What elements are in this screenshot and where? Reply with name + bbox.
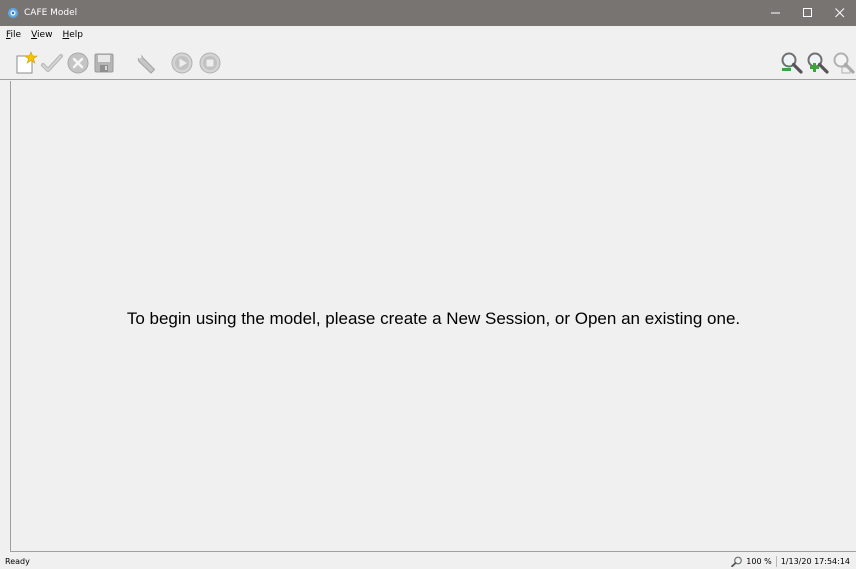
open-session-icon <box>41 54 63 72</box>
close-session-button[interactable] <box>66 51 90 75</box>
zoom-reset-button[interactable] <box>832 51 856 75</box>
menu-help[interactable]: Help <box>60 30 89 40</box>
minimize-icon <box>771 12 780 14</box>
minimize-button[interactable] <box>760 0 792 26</box>
window-controls <box>760 0 856 26</box>
settings-wrench-icon <box>137 54 156 74</box>
zoom-level-icon <box>731 556 743 567</box>
menu-help-label: elp <box>69 30 83 40</box>
new-session-button[interactable] <box>14 51 38 75</box>
stop-icon <box>199 52 221 74</box>
menu-view[interactable]: View <box>29 30 58 40</box>
stop-button[interactable] <box>198 51 222 75</box>
close-button[interactable] <box>824 0 856 26</box>
run-button[interactable] <box>170 51 194 75</box>
maximize-icon <box>803 8 812 17</box>
close-icon <box>835 8 845 18</box>
cafe-app-icon <box>8 8 18 18</box>
maximize-button[interactable] <box>792 0 824 26</box>
zoom-reset-icon <box>833 52 855 74</box>
zoom-in-button[interactable] <box>806 51 830 75</box>
settings-button[interactable] <box>134 51 158 75</box>
menu-view-label: iew <box>37 30 53 40</box>
zoom-level: 100 % <box>746 557 772 566</box>
new-session-icon <box>16 51 38 74</box>
open-session-button[interactable] <box>40 51 64 75</box>
title-bar[interactable]: CAFE Model <box>0 0 856 26</box>
status-text: Ready <box>5 557 30 566</box>
menu-file[interactable]: File <box>4 30 27 40</box>
zoom-out-icon <box>781 52 803 74</box>
close-session-icon <box>67 52 89 74</box>
toolbar <box>0 44 856 80</box>
zoom-in-icon <box>807 52 829 74</box>
status-right-panel: 100 % 1/13/20 17:54:14 <box>731 555 850 568</box>
welcome-message: To begin using the model, please create … <box>126 309 741 328</box>
menu-bar: File View Help <box>0 26 856 44</box>
menu-file-label: ile <box>10 30 22 40</box>
window-title: CAFE Model <box>24 8 78 18</box>
save-icon <box>94 53 114 73</box>
status-separator <box>775 556 777 567</box>
run-icon <box>171 52 193 74</box>
zoom-out-button[interactable] <box>780 51 804 75</box>
save-button[interactable] <box>92 51 116 75</box>
status-datetime: 1/13/20 17:54:14 <box>780 557 850 566</box>
main-content-area: To begin using the model, please create … <box>10 81 856 552</box>
status-bar: Ready 100 % 1/13/20 17:54:14 <box>0 553 856 569</box>
